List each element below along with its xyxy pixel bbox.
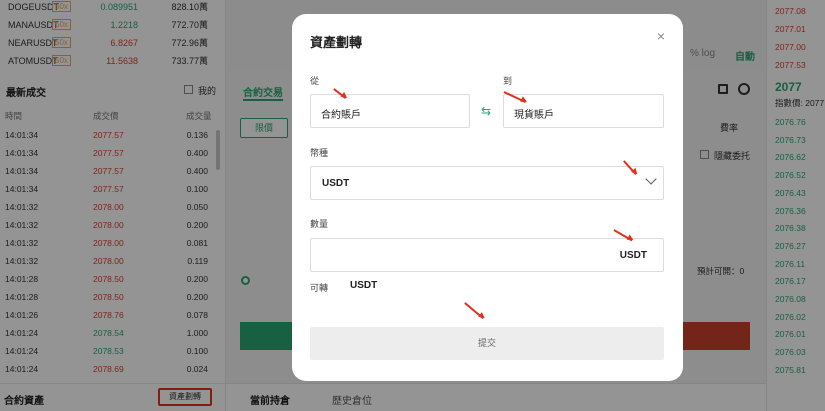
to-label: 到 xyxy=(503,76,513,86)
amount-label: 數量 xyxy=(310,219,329,229)
submit-button[interactable]: 提交 xyxy=(310,327,664,360)
from-account-value: 合約賬戶 xyxy=(321,110,361,121)
coin-label: 幣種 xyxy=(310,148,329,158)
amount-input[interactable]: USDT xyxy=(310,238,664,272)
coin-value: USDT xyxy=(322,178,350,189)
amount-unit: USDT xyxy=(619,250,647,261)
dialog-title: 資產劃轉 xyxy=(310,35,363,50)
available-label: 可轉 xyxy=(310,283,329,293)
to-account-value: 現貨賬戶 xyxy=(514,110,554,121)
chevron-down-icon xyxy=(645,173,657,185)
coin-select[interactable]: USDT xyxy=(310,166,664,200)
from-account-select[interactable]: 合約賬戶 xyxy=(310,94,470,128)
from-label: 從 xyxy=(310,76,320,86)
available-unit: USDT xyxy=(350,280,378,291)
close-icon[interactable]: × xyxy=(655,29,667,43)
swap-icon[interactable]: ⇆ xyxy=(481,104,491,118)
